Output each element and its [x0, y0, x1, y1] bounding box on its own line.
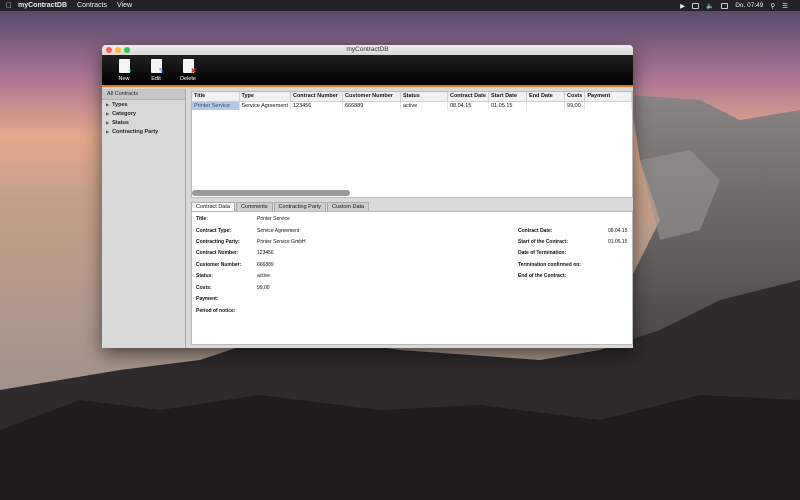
sidebar-item-category[interactable]: ▶ Category — [102, 109, 185, 118]
maximize-button[interactable] — [124, 47, 130, 53]
disclosure-triangle-icon[interactable]: ▶ — [106, 120, 109, 125]
tab-contract-data[interactable]: Contract Data — [191, 202, 235, 211]
table-cell[interactable] — [584, 101, 632, 110]
tab-custom-data[interactable]: Custom Data — [327, 202, 370, 211]
volume-icon[interactable]: 🔈 — [706, 2, 714, 10]
sidebar-item-label: Status — [112, 119, 129, 126]
field-label-start-of-contract: Start of the Contract: — [518, 239, 568, 245]
field-label-status: Status: — [196, 273, 213, 279]
column-header-costs[interactable]: Costs — [564, 92, 586, 102]
table-cell[interactable]: 666889 — [342, 101, 401, 110]
disclosure-triangle-icon[interactable]: ▶ — [106, 111, 109, 116]
edit-button-label: Edit — [151, 76, 161, 82]
sidebar-item-contracting-party[interactable]: ▶ Contracting Party — [102, 127, 185, 136]
field-label-contract-type: Contract Type: — [196, 228, 231, 234]
contracts-table: Title Type Contract Number Customer Numb… — [191, 91, 633, 198]
display-icon[interactable] — [692, 2, 700, 9]
column-header-contract-date[interactable]: Contract Date — [447, 92, 490, 102]
sidebar-header[interactable]: All Contracts — [102, 89, 185, 100]
field-label-period-of-notice: Period of notice: — [196, 308, 236, 314]
table-cell[interactable] — [526, 101, 566, 110]
tab-comments[interactable]: Comments — [235, 202, 273, 211]
field-value-customer-number: 666889 — [257, 262, 274, 268]
disclosure-triangle-icon[interactable]: ▶ — [106, 102, 109, 107]
new-button[interactable]: + New — [114, 59, 134, 82]
sidebar-item-status[interactable]: ▶ Status — [102, 118, 185, 127]
sidebar: All Contracts ▶ Types ▶ Category ▶ Statu… — [102, 89, 186, 348]
horizontal-scrollbar[interactable] — [192, 190, 350, 196]
field-value-contract-type: Service Agreement — [257, 228, 300, 234]
field-value-contract-number: 123456 — [257, 250, 274, 256]
minimize-button[interactable] — [115, 47, 121, 53]
field-value-contracting-party: Printer Service GmbH — [257, 239, 306, 245]
sidebar-item-label: Types — [112, 101, 128, 108]
sidebar-item-types[interactable]: ▶ Types — [102, 100, 185, 109]
column-header-start-date[interactable]: Start Date — [488, 92, 528, 102]
column-header-type[interactable]: Type — [239, 92, 291, 102]
column-header-title[interactable]: Title — [192, 92, 240, 102]
app-window: myContractDB + New ✎ Edit ✖ Delete All C… — [102, 45, 633, 348]
field-label-date-of-termination: Date of Termination: — [518, 250, 567, 256]
document-add-icon: + — [118, 59, 133, 75]
field-value-status: active — [257, 273, 271, 279]
table-cell[interactable]: 99,00 — [564, 101, 586, 110]
sidebar-item-label: Contracting Party — [112, 128, 159, 135]
field-label-costs: Costs: — [196, 285, 212, 291]
menu-view[interactable]: View — [117, 2, 132, 9]
field-value-contract-date: 08.04.15 — [608, 228, 628, 234]
window-title: myContractDB — [346, 46, 389, 53]
field-value-title: Printer Service — [257, 216, 290, 222]
delete-button-label: Delete — [180, 76, 196, 82]
field-label-contracting-party: Contracting Party: — [196, 239, 240, 245]
column-header-end-date[interactable]: End Date — [526, 92, 566, 102]
menu-contracts[interactable]: Contracts — [77, 2, 107, 9]
menu-clock[interactable]: Do. 07:49 — [735, 2, 763, 9]
tab-contracting-party[interactable]: Contracting Party — [273, 202, 327, 211]
document-edit-icon: ✎ — [150, 59, 165, 75]
field-label-title: Title: — [196, 216, 208, 222]
field-label-payment: Payment: — [196, 296, 219, 302]
table-header-row: Title Type Contract Number Customer Numb… — [192, 92, 632, 102]
menu-bar:  myContractDB Contracts View ▶ 🔈 Do. 07… — [0, 0, 800, 11]
apple-icon[interactable]:  — [0, 1, 18, 10]
table-cell[interactable]: Service Agreement — [239, 101, 291, 110]
table-cell[interactable]: 123456 — [290, 101, 343, 110]
battery-icon[interactable] — [721, 2, 729, 9]
notification-icon[interactable]: ▶ — [680, 2, 685, 10]
detail-tabs: Contract Data Comments Contracting Party… — [191, 202, 370, 211]
field-label-contract-date: Contract Date: — [518, 228, 553, 234]
status-area: ▶ 🔈 Do. 07:49 ⚲ ☰ — [680, 0, 788, 11]
new-button-label: New — [118, 76, 130, 82]
field-label-termination-confirmed: Termination confirmed on: — [518, 262, 581, 268]
field-value-costs: 99,00 — [257, 285, 270, 291]
table-row[interactable]: Printer Service Service Agreement 123456… — [192, 101, 632, 110]
contract-detail-panel: Title: Printer Service Contract Type: Se… — [191, 211, 633, 345]
table-cell[interactable]: 01.05.15 — [488, 101, 528, 110]
main-panel: Title Type Contract Number Customer Numb… — [187, 89, 633, 348]
close-button[interactable] — [106, 47, 112, 53]
menu-app-name[interactable]: myContractDB — [18, 2, 67, 9]
document-delete-icon: ✖ — [182, 59, 197, 75]
table-cell[interactable]: active — [400, 101, 448, 110]
column-header-payment[interactable]: Payment — [584, 92, 632, 102]
sidebar-item-label: Category — [112, 110, 136, 117]
disclosure-triangle-icon[interactable]: ▶ — [106, 129, 109, 134]
title-bar[interactable]: myContractDB — [102, 45, 633, 55]
toolbar: + New ✎ Edit ✖ Delete — [102, 55, 633, 87]
column-header-contract-number[interactable]: Contract Number — [290, 92, 343, 102]
list-icon[interactable]: ☰ — [782, 2, 788, 10]
field-value-start-of-contract: 01.05.15 — [608, 239, 628, 245]
delete-button[interactable]: ✖ Delete — [178, 59, 198, 82]
search-icon[interactable]: ⚲ — [770, 2, 775, 10]
column-header-customer-number[interactable]: Customer Number — [342, 92, 401, 102]
field-label-contract-number: Contract Number: — [196, 250, 239, 256]
column-header-status[interactable]: Status — [400, 92, 448, 102]
field-label-customer-number: Customer Number: — [196, 262, 242, 268]
edit-button[interactable]: ✎ Edit — [146, 59, 166, 82]
table-cell[interactable]: Printer Service — [192, 101, 240, 110]
field-label-end-of-contract: End of the Contract: — [518, 273, 567, 279]
table-cell[interactable]: 08.04.15 — [447, 101, 490, 110]
